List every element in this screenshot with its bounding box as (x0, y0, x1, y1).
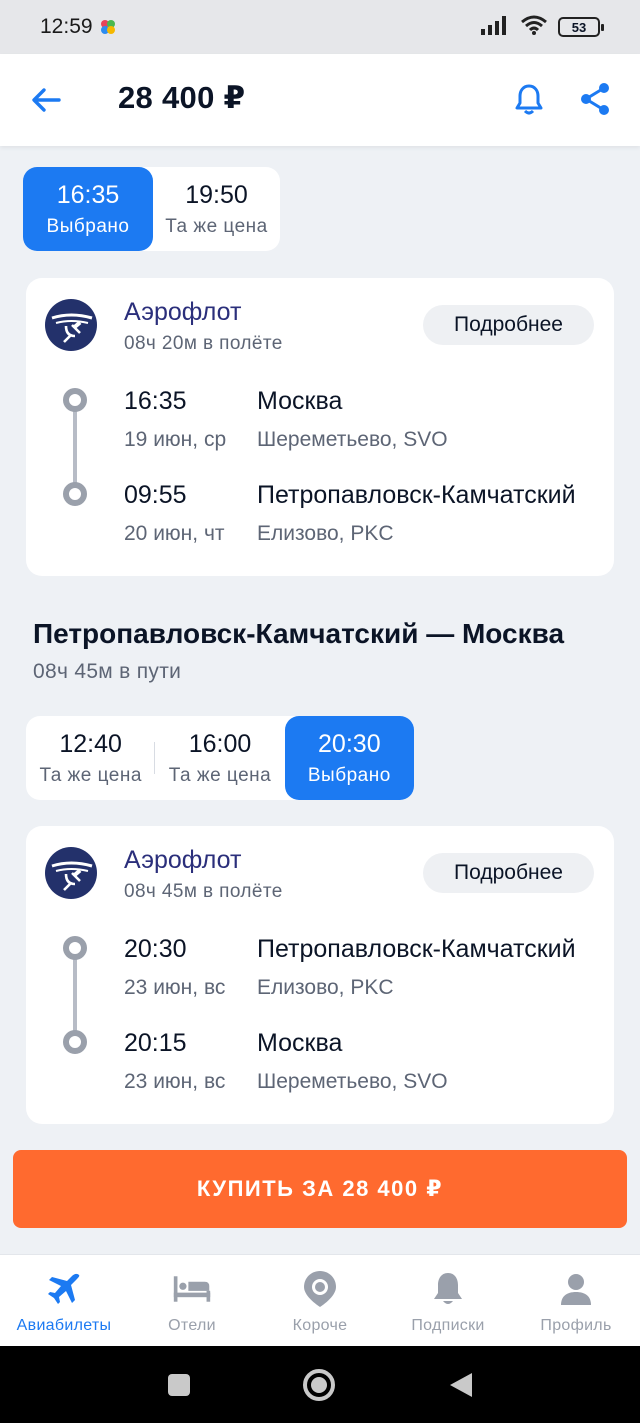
departure-dot-icon (63, 936, 87, 960)
departure-date: 19 июн, ср (124, 428, 227, 451)
time-option-time: 12:40 (59, 729, 122, 758)
app-notification-icon (99, 18, 117, 36)
bed-icon (172, 1269, 212, 1309)
time-option-selected[interactable]: 20:30 Выбрано (284, 716, 414, 800)
time-option[interactable]: 12:40 Та же цена (26, 716, 156, 800)
signal-icon (480, 15, 510, 40)
return-flight-card: Аэрофлот 08ч 45м в полёте Подробнее 20:3… (26, 826, 614, 1124)
wifi-icon (520, 15, 548, 40)
bell-icon (515, 84, 543, 115)
route-connector (73, 948, 77, 1042)
share-icon (581, 83, 609, 115)
departure-city: Петропавловск-Камчатский (257, 935, 576, 963)
airline-name: Аэрофлот (124, 846, 242, 874)
outbound-flight-card: Аэрофлот 08ч 20м в полёте Подробнее 16:3… (26, 278, 614, 576)
time-option-time: 20:30 (318, 729, 381, 758)
nav-label: Короче (292, 1317, 348, 1334)
time-option-time: 16:35 (56, 180, 120, 209)
nav-item-hotels[interactable]: Отели (128, 1255, 256, 1346)
return-travel-time: 08ч 45м в пути (33, 660, 182, 683)
nav-item-short[interactable]: Короче (256, 1255, 384, 1346)
nav-item-flights[interactable]: Авиабилеты (0, 1255, 128, 1346)
departure-dot-icon (63, 388, 87, 412)
details-button[interactable]: Подробнее (423, 853, 594, 893)
time-option[interactable]: 16:00 Та же цена (155, 716, 284, 800)
arrival-city: Петропавловск-Камчатский (257, 481, 576, 509)
arrival-time: 09:55 (124, 481, 187, 509)
nav-item-subscriptions[interactable]: Подписки (384, 1255, 512, 1346)
arrival-dot-icon (63, 1030, 87, 1054)
subscribe-price-button[interactable] (510, 80, 548, 118)
time-option-selected[interactable]: 16:35 Выбрано (23, 167, 153, 251)
departure-airport: Елизово, PKC (257, 976, 394, 999)
price-title: 28 400 ₽ (118, 80, 246, 115)
bell-icon (428, 1269, 468, 1309)
status-bar: 12:59 53 (0, 0, 640, 54)
nav-item-profile[interactable]: Профиль (512, 1255, 640, 1346)
aeroflot-logo-icon (44, 846, 98, 900)
arrival-airport: Елизово, PKC (257, 522, 394, 545)
nav-label: Профиль (540, 1317, 612, 1334)
departure-time: 16:35 (124, 387, 187, 415)
airline-name: Аэрофлот (124, 298, 242, 326)
arrival-date: 23 июн, вс (124, 1070, 226, 1093)
home-button[interactable] (302, 1368, 336, 1402)
person-icon (556, 1269, 596, 1309)
departure-airport: Шереметьево, SVO (257, 428, 448, 451)
system-nav-bar (0, 1346, 640, 1423)
aeroflot-logo-icon (44, 298, 98, 352)
departure-date: 23 июн, вс (124, 976, 226, 999)
flight-duration: 08ч 45м в полёте (124, 881, 283, 902)
nav-label: Отели (168, 1317, 216, 1334)
time-option[interactable]: 19:50 Та же цена (153, 167, 280, 251)
arrival-time: 20:15 (124, 1029, 187, 1057)
arrival-date: 20 июн, чт (124, 522, 225, 545)
route-connector (73, 400, 77, 494)
time-option-label: Выбрано (46, 215, 130, 237)
recent-apps-button[interactable] (162, 1368, 196, 1402)
return-time-selector: 12:40 Та же цена 16:00 Та же цена 20:30 … (26, 716, 414, 800)
departure-time: 20:30 (124, 935, 187, 963)
departure-city: Москва (257, 387, 343, 415)
back-button[interactable] (28, 82, 64, 118)
details-button[interactable]: Подробнее (423, 305, 594, 345)
flight-duration: 08ч 20м в полёте (124, 333, 283, 354)
camera-pin-icon (300, 1269, 340, 1309)
status-time: 12:59 (40, 15, 93, 38)
back-system-button[interactable] (444, 1368, 478, 1402)
outbound-time-selector: 16:35 Выбрано 19:50 Та же цена (23, 167, 280, 251)
share-button[interactable] (576, 80, 614, 118)
arrival-city: Москва (257, 1029, 343, 1057)
battery-icon: 53 (558, 17, 604, 37)
nav-label: Авиабилеты (16, 1317, 112, 1334)
time-option-time: 16:00 (188, 729, 252, 758)
time-option-label: Выбрано (307, 764, 391, 786)
arrival-dot-icon (63, 482, 87, 506)
nav-label: Подписки (411, 1317, 485, 1334)
circle-icon (303, 1369, 335, 1401)
time-option-time: 19:50 (185, 180, 248, 209)
buy-button[interactable]: КУПИТЬ ЗА 28 400 ₽ (13, 1150, 627, 1228)
triangle-back-icon (450, 1373, 472, 1397)
top-app-bar: 28 400 ₽ (0, 54, 640, 146)
time-option-label: Та же цена (165, 215, 268, 237)
plane-icon (44, 1269, 84, 1309)
square-icon (168, 1374, 190, 1396)
time-option-label: Та же цена (168, 764, 272, 786)
arrow-left-icon (32, 88, 61, 112)
arrival-airport: Шереметьево, SVO (257, 1070, 448, 1093)
return-route-title: Петропавловск-Камчатский — Москва (33, 618, 565, 649)
bottom-nav: Авиабилеты Отели Короче Подписки Профиль (0, 1254, 640, 1346)
time-option-label: Та же цена (39, 764, 142, 786)
